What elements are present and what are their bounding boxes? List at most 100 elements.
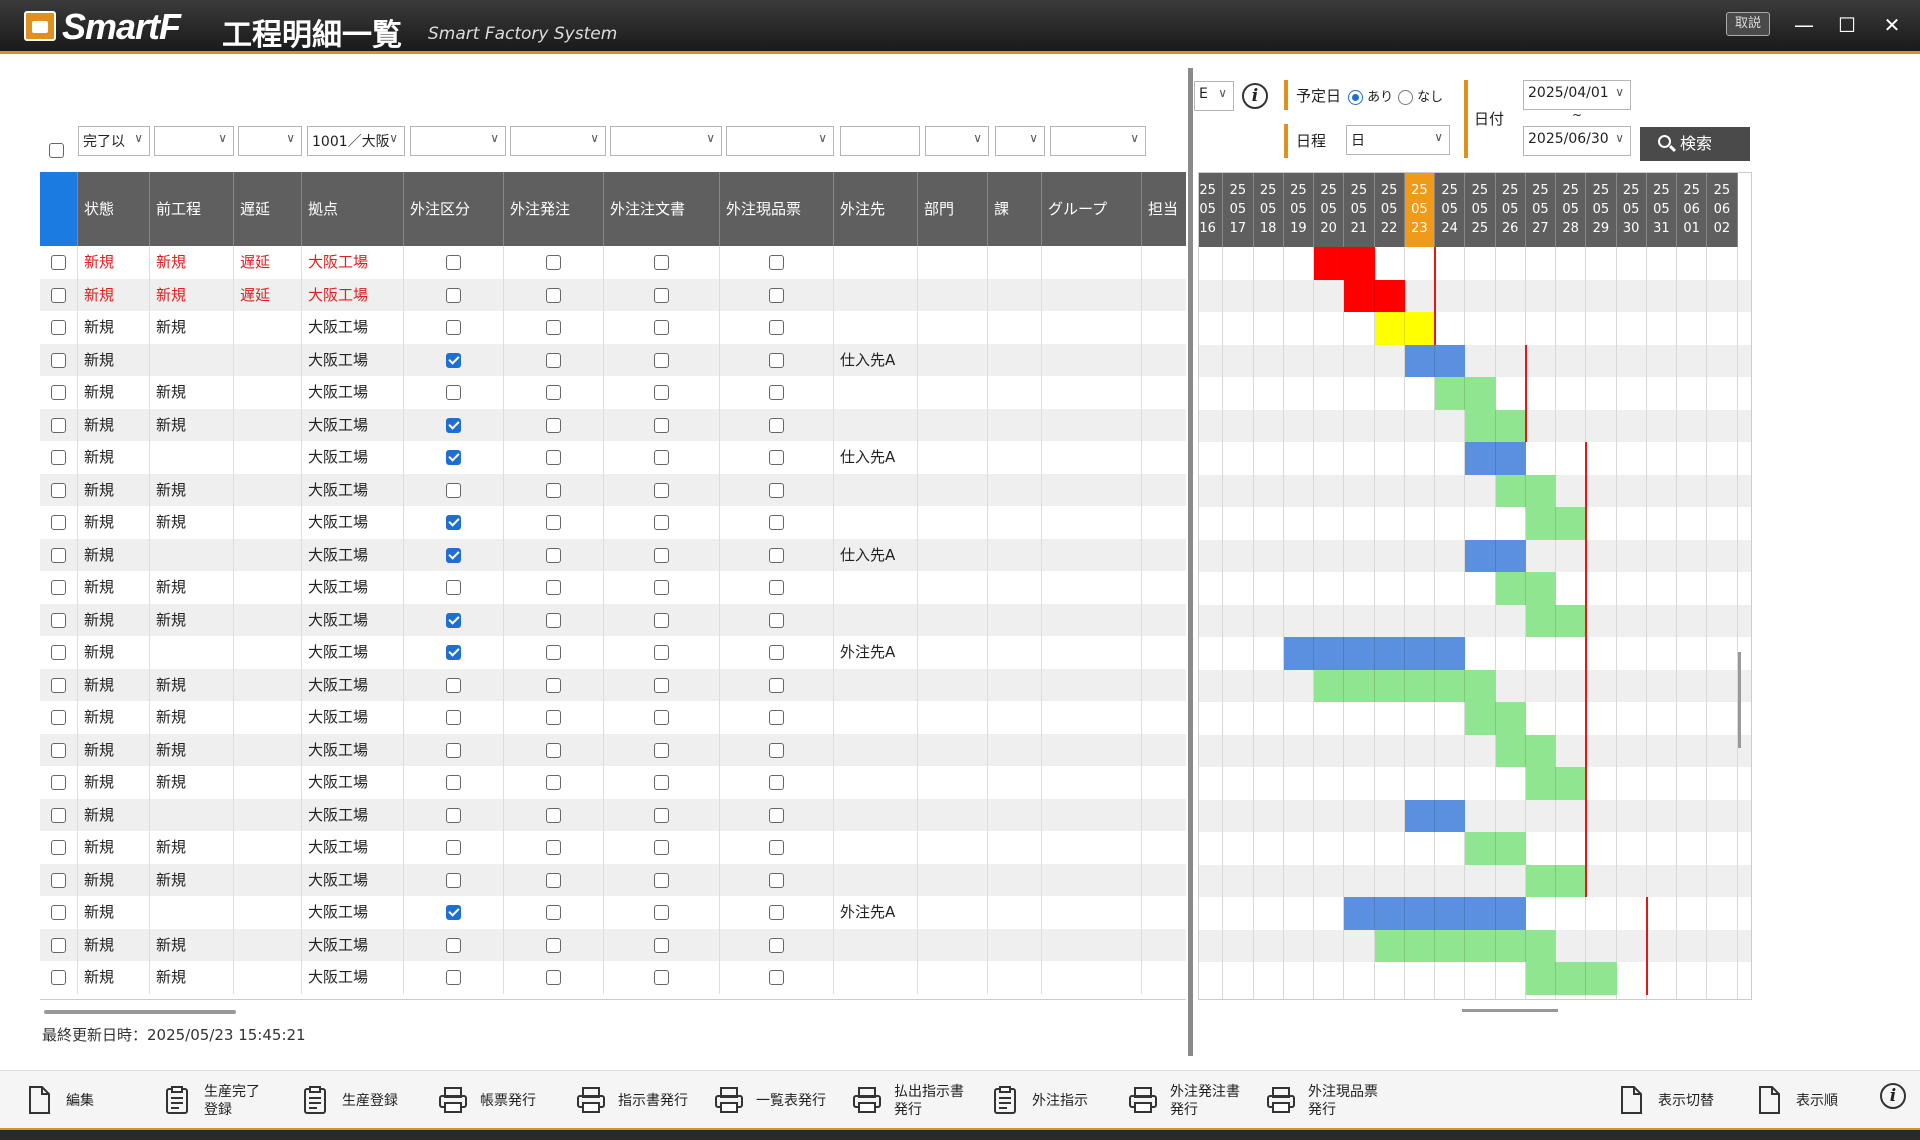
table-row[interactable]: 新規 新規 大阪工場 [40, 831, 1186, 864]
row-select-checkbox[interactable] [51, 612, 66, 628]
row-select-checkbox[interactable] [51, 840, 66, 855]
row-checkbox[interactable] [446, 937, 461, 953]
gantt-bar[interactable] [1314, 669, 1496, 702]
table-row[interactable]: 新規 大阪工場 [40, 798, 1186, 831]
close-button[interactable]: ✕ [1878, 12, 1906, 38]
header-outsourcing-type[interactable]: 外注区分 [404, 172, 504, 246]
row-checkbox[interactable] [654, 417, 669, 433]
row-checkbox[interactable] [769, 937, 784, 953]
row-checkbox[interactable] [654, 840, 669, 855]
grid-horizontal-scrollbar[interactable] [44, 1010, 236, 1014]
status-filter[interactable]: 完了以 ∨ [78, 126, 150, 156]
row-checkbox[interactable] [654, 515, 669, 530]
row-checkbox[interactable] [654, 937, 669, 953]
gantt-bar[interactable] [1374, 312, 1435, 345]
gantt-bar[interactable] [1525, 507, 1587, 540]
row-checkbox[interactable] [446, 710, 461, 725]
row-checkbox[interactable] [654, 547, 669, 563]
select-all-checkbox[interactable] [49, 140, 64, 159]
row-checkbox[interactable] [654, 710, 669, 725]
header-outsourcing-doc[interactable]: 外注注文書 [604, 172, 720, 246]
header-base[interactable]: 拠点 [302, 172, 404, 246]
row-checkbox[interactable] [769, 677, 784, 693]
row-checkbox[interactable] [654, 905, 669, 920]
row-checkbox[interactable] [654, 580, 669, 595]
table-row[interactable]: 新規 新規 大阪工場 [40, 928, 1186, 961]
row-checkbox[interactable] [546, 450, 561, 465]
row-select-checkbox[interactable] [51, 970, 66, 985]
row-checkbox[interactable] [446, 970, 461, 985]
department-filter[interactable]: ∨ [925, 126, 989, 156]
row-checkbox[interactable] [546, 255, 561, 270]
row-select-checkbox[interactable] [51, 677, 66, 693]
table-row[interactable]: 新規 新規 大阪工場 [40, 701, 1186, 734]
outsourcing-doc-filter[interactable]: ∨ [610, 126, 722, 156]
outsourcing-type-filter[interactable]: ∨ [410, 126, 506, 156]
row-checkbox[interactable] [654, 775, 669, 790]
row-checkbox[interactable] [446, 450, 461, 465]
payout-instruction-button[interactable]: 払出指示書 発行 [852, 1079, 982, 1123]
table-row[interactable]: 新規 新規 大阪工場 [40, 311, 1186, 344]
row-checkbox[interactable] [769, 645, 784, 660]
row-checkbox[interactable] [654, 255, 669, 270]
row-checkbox[interactable] [769, 547, 784, 563]
row-checkbox[interactable] [446, 840, 461, 855]
row-select-checkbox[interactable] [51, 905, 66, 920]
gantt-vertical-scrollbar[interactable] [1738, 652, 1741, 748]
outsourcing-order-filter[interactable]: ∨ [510, 126, 606, 156]
gantt-bar[interactable] [1435, 377, 1496, 410]
row-checkbox[interactable] [546, 417, 561, 433]
minimize-button[interactable]: — [1790, 12, 1818, 38]
row-checkbox[interactable] [769, 417, 784, 433]
header-supplier[interactable]: 外注先 [834, 172, 918, 246]
row-select-checkbox[interactable] [51, 515, 66, 530]
row-select-checkbox[interactable] [51, 645, 66, 660]
info-icon[interactable]: i [1242, 83, 1268, 109]
header-prev-process[interactable]: 前工程 [150, 172, 234, 246]
row-checkbox[interactable] [446, 677, 461, 693]
table-row[interactable]: 新規 新規 遅延 大阪工場 [40, 246, 1186, 279]
row-checkbox[interactable] [769, 482, 784, 498]
row-checkbox[interactable] [654, 645, 669, 660]
row-checkbox[interactable] [446, 417, 461, 433]
header-department[interactable]: 部門 [918, 172, 988, 246]
row-checkbox[interactable] [446, 352, 461, 368]
table-row[interactable]: 新規 新規 大阪工場 [40, 733, 1186, 766]
row-checkbox[interactable] [446, 385, 461, 400]
row-checkbox[interactable] [546, 807, 561, 823]
production-register-button[interactable]: 生産登録 [300, 1079, 430, 1123]
row-checkbox[interactable] [769, 255, 784, 270]
row-checkbox[interactable] [446, 287, 461, 303]
row-checkbox[interactable] [769, 385, 784, 400]
date-to-select[interactable]: 2025/06/30 ∨ [1523, 126, 1631, 156]
gantt-bar[interactable] [1404, 344, 1466, 377]
row-checkbox[interactable] [769, 450, 784, 465]
row-checkbox[interactable] [769, 872, 784, 888]
row-select-checkbox[interactable] [51, 742, 66, 758]
row-select-checkbox[interactable] [51, 255, 66, 270]
row-checkbox[interactable] [546, 612, 561, 628]
gantt-bar[interactable] [1495, 572, 1556, 605]
partial-select[interactable]: E ∨ [1194, 81, 1234, 111]
gantt-bar[interactable] [1465, 832, 1526, 865]
section-filter[interactable]: ∨ [995, 126, 1045, 156]
gantt-bar[interactable] [1465, 702, 1526, 735]
table-row[interactable]: 新規 新規 大阪工場 [40, 473, 1186, 506]
header-outsourcing-order[interactable]: 外注発注 [504, 172, 604, 246]
table-row[interactable]: 新規 新規 遅延 大阪工場 [40, 278, 1186, 311]
gantt-bar[interactable] [1344, 897, 1526, 930]
table-row[interactable]: 新規 新規 大阪工場 [40, 603, 1186, 636]
row-checkbox[interactable] [654, 742, 669, 758]
row-select-checkbox[interactable] [51, 807, 66, 823]
gantt-horizontal-scrollbar[interactable] [1462, 1009, 1558, 1012]
row-checkbox[interactable] [446, 872, 461, 888]
row-checkbox[interactable] [654, 385, 669, 400]
row-checkbox[interactable] [546, 710, 561, 725]
help-info-icon[interactable]: i [1880, 1083, 1906, 1109]
table-row[interactable]: 新規 大阪工場 仕入先A [40, 441, 1186, 474]
row-checkbox[interactable] [546, 515, 561, 530]
header-section[interactable]: 課 [988, 172, 1042, 246]
panel-splitter[interactable] [1188, 68, 1193, 1056]
row-checkbox[interactable] [769, 612, 784, 628]
header-outsourcing-slip[interactable]: 外注現品票 [720, 172, 834, 246]
